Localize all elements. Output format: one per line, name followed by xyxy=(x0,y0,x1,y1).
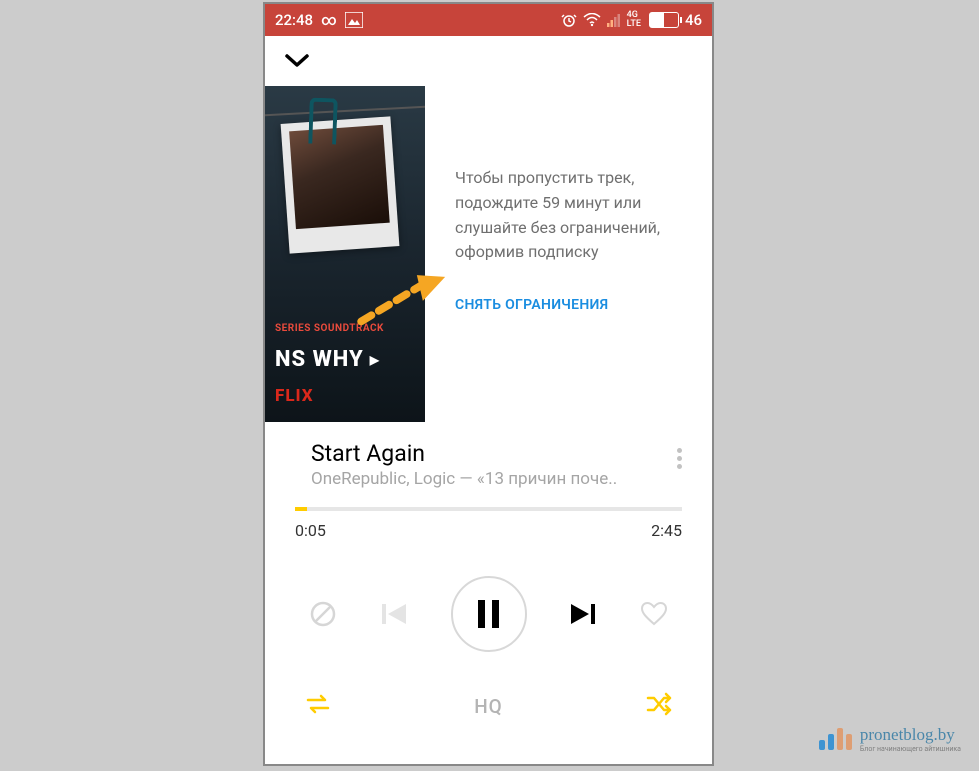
album-art[interactable]: SERIES SOUNDTRACK NS WHY▶ FLIX xyxy=(265,86,425,422)
image-icon xyxy=(345,12,363,28)
like-button[interactable] xyxy=(638,598,670,630)
shuffle-button[interactable] xyxy=(644,692,674,720)
time-elapsed: 0:05 xyxy=(295,521,326,540)
progress-bar[interactable] xyxy=(295,507,682,511)
collapse-icon[interactable] xyxy=(283,46,311,76)
alarm-icon xyxy=(561,12,577,28)
watermark-text: pronetblog.by xyxy=(860,725,961,745)
battery-icon xyxy=(649,12,679,28)
track-info: Start Again OneRepublic, Logic — «13 при… xyxy=(265,422,712,495)
promo-message: Чтобы пропустить трек, подождите 59 мину… xyxy=(455,166,684,265)
player-controls xyxy=(265,540,712,652)
album-brand-text: FLIX xyxy=(275,386,314,406)
signal-icon xyxy=(607,13,621,27)
pause-icon xyxy=(478,600,499,628)
track-title: Start Again xyxy=(311,440,677,467)
repeat-button[interactable] xyxy=(303,692,333,720)
watermark-subtitle: Блог начинающего айтишника xyxy=(860,745,961,753)
album-series-text: SERIES SOUNDTRACK xyxy=(275,323,384,334)
progress-section: 0:05 2:45 xyxy=(265,495,712,540)
infinity-icon: ∞ xyxy=(321,11,337,29)
hq-button[interactable]: HQ xyxy=(474,695,503,718)
watermark-logo xyxy=(819,728,852,750)
time-total: 2:45 xyxy=(651,521,682,540)
player-top-bar xyxy=(265,36,712,86)
status-time: 22:48 xyxy=(275,11,313,29)
next-button[interactable] xyxy=(566,598,598,630)
pause-button[interactable] xyxy=(451,576,527,652)
phone-screenshot: 22:48 ∞ 4GLTE 46 SERIES SOUNDTRACK NS WH… xyxy=(263,2,714,766)
wifi-icon xyxy=(583,13,601,27)
battery-percent: 46 xyxy=(685,11,702,29)
lte-indicator: 4GLTE xyxy=(627,11,641,29)
status-bar: 22:48 ∞ 4GLTE 46 xyxy=(265,4,712,36)
album-title-text: NS WHY▶ xyxy=(275,347,380,372)
bottom-controls: HQ xyxy=(265,652,712,720)
track-artist: OneRepublic, Logic — «13 причин поче.. xyxy=(311,469,677,489)
content-area: SERIES SOUNDTRACK NS WHY▶ FLIX Чтобы про… xyxy=(265,86,712,422)
remove-limits-link[interactable]: СНЯТЬ ОГРАНИЧЕНИЯ xyxy=(455,295,684,317)
block-icon[interactable] xyxy=(307,598,339,630)
more-options-button[interactable] xyxy=(677,440,682,469)
previous-button[interactable] xyxy=(379,598,411,630)
watermark: pronetblog.by Блог начинающего айтишника xyxy=(819,725,961,753)
promo-panel: Чтобы пропустить трек, подождите 59 мину… xyxy=(425,86,712,422)
